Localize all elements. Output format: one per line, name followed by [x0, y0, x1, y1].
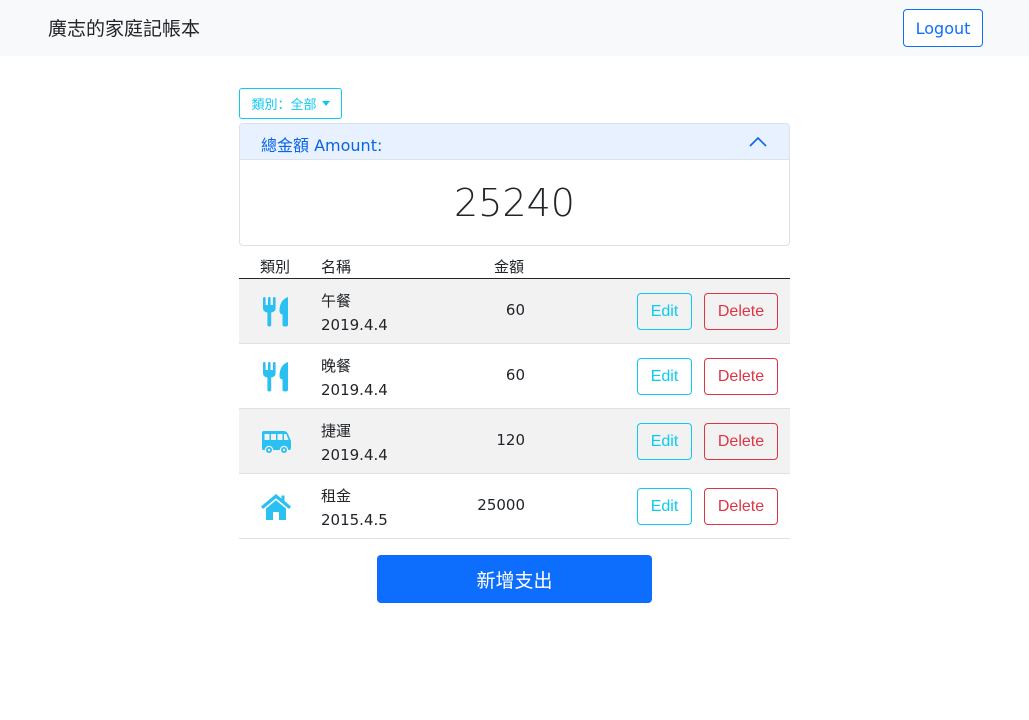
expense-title: 租金	[321, 487, 352, 505]
expense-date: 2019.4.4	[321, 446, 388, 464]
bus-icon	[262, 431, 291, 455]
chevron-up-icon	[749, 136, 767, 147]
expense-date: 2015.4.5	[321, 511, 388, 529]
header-amount: 金額	[494, 258, 525, 276]
edit-button[interactable]: Edit	[637, 423, 692, 460]
header-name: 名稱	[321, 258, 352, 276]
accordion-header[interactable]: 總金額 Amount:	[240, 124, 789, 160]
table-row: 租金 2015.4.5 25000 Edit Delete	[239, 474, 790, 539]
total-amount-accordion: 總金額 Amount: 25240	[239, 123, 790, 246]
app-brand[interactable]: 廣志的家庭記帳本	[48, 14, 200, 41]
expense-name: 租金 2015.4.5	[321, 484, 388, 532]
expense-name: 午餐 2019.4.4	[321, 289, 388, 337]
accordion-title: 總金額 Amount:	[261, 136, 383, 155]
accordion-body: 25240	[240, 160, 789, 245]
category-filter-label: 類別：全部	[251, 98, 317, 113]
expense-title: 捷運	[321, 422, 352, 440]
category-filter-dropdown[interactable]: 類別：全部	[239, 88, 342, 119]
edit-button[interactable]: Edit	[637, 358, 692, 395]
utensils-icon	[263, 362, 288, 392]
expense-title: 晚餐	[321, 357, 352, 375]
navbar: 廣志的家庭記帳本 Logout	[0, 0, 1029, 56]
expense-amount: 120	[496, 431, 525, 449]
delete-button[interactable]: Delete	[704, 488, 778, 525]
delete-button[interactable]: Delete	[704, 423, 778, 460]
edit-button[interactable]: Edit	[637, 488, 692, 525]
table-row: 午餐 2019.4.4 60 Edit Delete	[239, 279, 790, 344]
table-header: 類別 名稱 金額	[239, 254, 790, 279]
expense-amount: 60	[505, 366, 525, 384]
expense-name: 捷運 2019.4.4	[321, 419, 388, 467]
logout-button[interactable]: Logout	[903, 9, 983, 47]
utensils-icon	[263, 297, 288, 327]
expense-date: 2019.4.4	[321, 316, 388, 334]
table-row: 捷運 2019.4.4 120 Edit Delete	[239, 409, 790, 474]
expense-amount: 25000	[477, 496, 525, 514]
header-category: 類別	[260, 258, 291, 276]
table-row: 晚餐 2019.4.4 60 Edit Delete	[239, 344, 790, 409]
expense-title: 午餐	[321, 292, 352, 310]
edit-button[interactable]: Edit	[637, 293, 692, 330]
delete-button[interactable]: Delete	[704, 293, 778, 330]
total-amount: 25240	[454, 180, 575, 225]
expense-amount: 60	[505, 301, 525, 319]
add-expense-button[interactable]: 新增支出	[377, 555, 652, 603]
caret-down-icon	[321, 101, 330, 106]
expense-date: 2019.4.4	[321, 381, 388, 399]
home-icon	[261, 494, 291, 520]
expense-table: 類別 名稱 金額 午餐 2019.4.4 60 Edit Delete 晚餐 2…	[239, 254, 790, 539]
expense-name: 晚餐 2019.4.4	[321, 354, 388, 402]
delete-button[interactable]: Delete	[704, 358, 778, 395]
